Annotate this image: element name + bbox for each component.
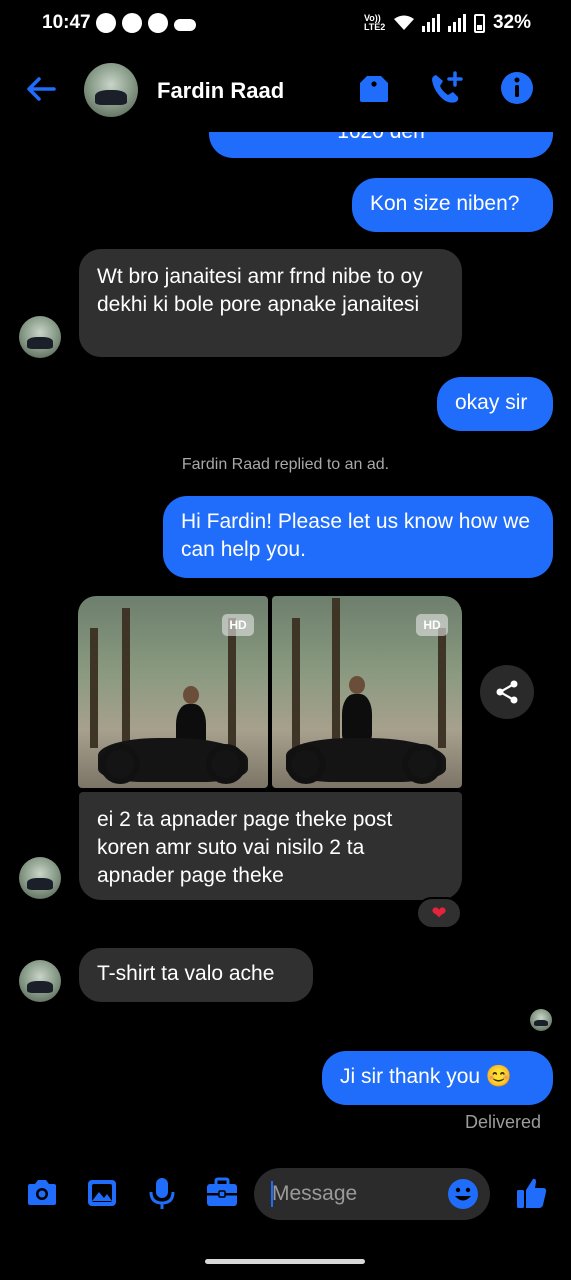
message-text: Ji sir thank you 😊 (340, 1065, 513, 1088)
delivered-status: Delivered (464, 1112, 541, 1132)
message-field[interactable] (254, 1168, 490, 1220)
hd-badge: HD (222, 614, 254, 636)
share-icon (496, 680, 518, 704)
battery-icon (473, 13, 485, 33)
message-input[interactable] (272, 1168, 442, 1220)
app-notif-icon (122, 13, 142, 33)
message-text: okay sir (455, 391, 528, 414)
shop-bag-icon[interactable] (356, 70, 392, 106)
heart-icon: ❤ (431, 902, 447, 923)
photo-attachment-1[interactable]: HD (78, 596, 268, 788)
photo-attachment-2[interactable]: HD (272, 596, 462, 788)
message-outgoing[interactable]: Ji sir thank you 😊 (322, 1051, 553, 1105)
message-text: T-shirt ta valo ache (97, 962, 275, 985)
add-call-icon[interactable] (428, 70, 464, 106)
message-outgoing[interactable]: Hi Fardin! Please let us know how we can… (163, 496, 553, 578)
heart-reaction[interactable]: ❤ (416, 897, 462, 929)
notification-icons (96, 13, 196, 33)
ad-reply-note: Fardin Raad replied to an ad. (181, 456, 390, 473)
status-right: Vo)) LTE2 32% (364, 12, 531, 34)
photo-image: HD (272, 596, 462, 788)
contact-name[interactable]: Fardin Raad (157, 78, 284, 104)
tiktok-notif-icon (148, 13, 168, 33)
emoji-icon[interactable] (446, 1177, 480, 1211)
gallery-icon[interactable] (83, 1174, 121, 1212)
cloud-icon (174, 19, 196, 31)
photo-image: HD (78, 596, 268, 788)
message-text: Hi Fardin! Please let us know how we can… (181, 510, 530, 561)
message-outgoing[interactable]: okay sir (437, 377, 553, 431)
message-text: ei 2 ta apnader page theke post koren am… (97, 808, 393, 887)
home-indicator[interactable] (205, 1259, 365, 1264)
signal-1-icon (421, 14, 440, 32)
messenger-notif-icon (96, 13, 116, 33)
status-time: 10:47 (42, 12, 91, 33)
message-incoming[interactable]: ei 2 ta apnader page theke post koren am… (79, 792, 462, 900)
mic-icon[interactable] (143, 1174, 181, 1212)
share-button[interactable] (480, 665, 534, 719)
sender-avatar[interactable] (19, 960, 61, 1002)
contact-avatar[interactable] (84, 63, 138, 117)
message-text: Wt bro janaitesi amr frnd nibe to oy dek… (97, 265, 423, 316)
wifi-icon (393, 15, 414, 30)
message-outgoing[interactable]: Kon size niben? (352, 178, 553, 232)
status-bar: 10:47 Vo)) LTE2 32% (0, 0, 571, 48)
thumbs-up-icon[interactable] (514, 1175, 550, 1211)
chat-header: Fardin Raad (0, 48, 571, 132)
camera-icon[interactable] (23, 1174, 61, 1212)
battery-percent: 32% (492, 12, 531, 33)
seen-avatar (530, 1009, 552, 1031)
back-arrow-icon[interactable] (24, 72, 58, 106)
info-icon[interactable] (499, 70, 535, 106)
sender-avatar[interactable] (19, 857, 61, 899)
sender-avatar[interactable] (19, 316, 61, 358)
briefcase-icon[interactable] (203, 1174, 241, 1212)
message-text: Kon size niben? (370, 192, 520, 215)
message-incoming[interactable]: Wt bro janaitesi amr frnd nibe to oy dek… (79, 249, 462, 357)
hd-badge: HD (416, 614, 448, 636)
message-incoming[interactable]: T-shirt ta valo ache (79, 948, 313, 1002)
network-label: Vo)) LTE2 (363, 13, 386, 32)
message-composer (0, 1160, 571, 1226)
signal-2-icon (447, 14, 466, 32)
